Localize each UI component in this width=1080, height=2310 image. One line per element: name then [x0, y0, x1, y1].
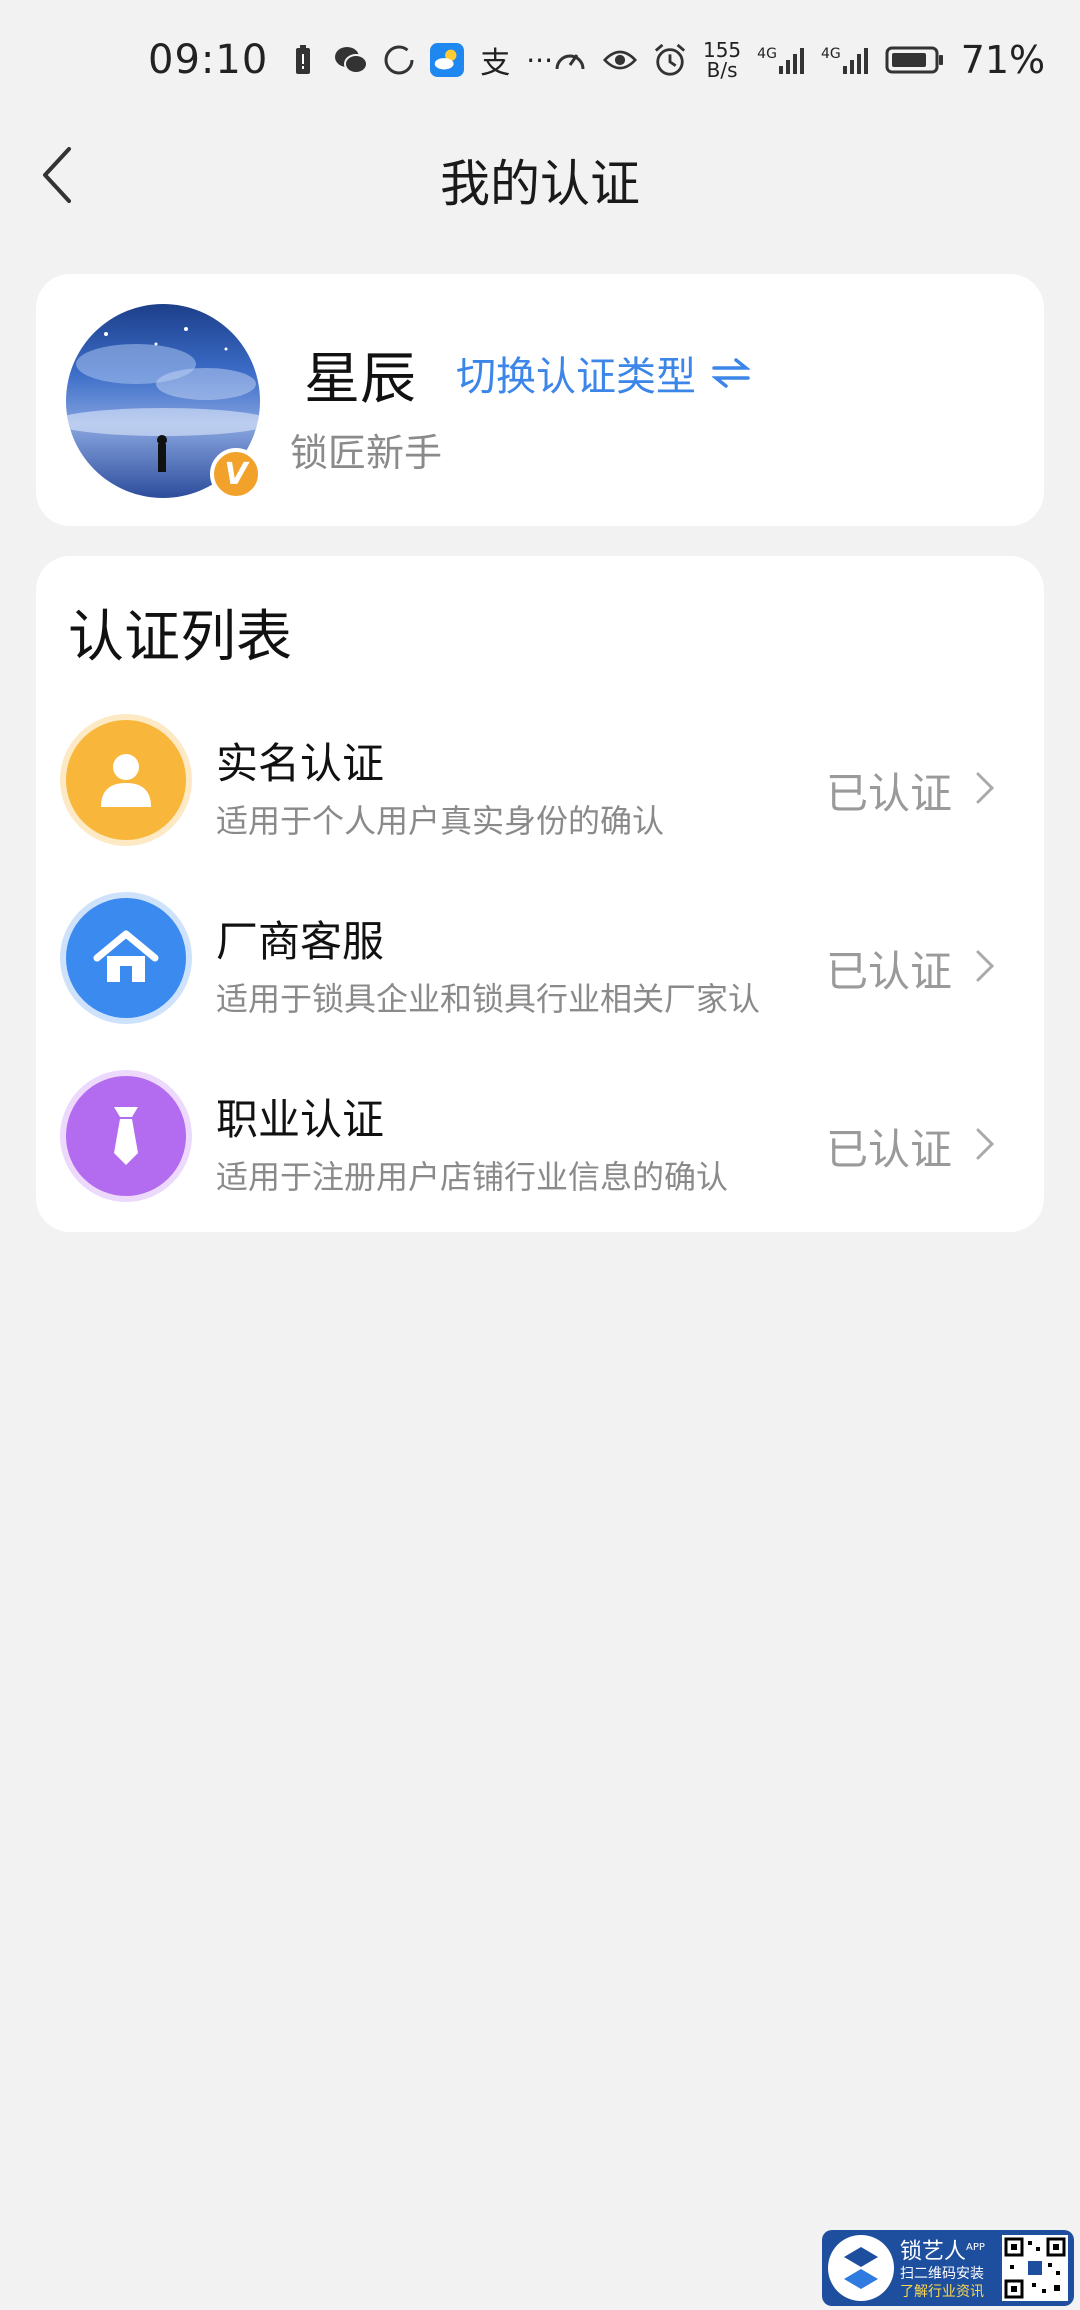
watermark-brand: 锁艺人: [900, 2239, 967, 2265]
qr-code-icon: [1002, 2235, 1068, 2301]
alarm-icon: [653, 43, 687, 77]
user-name: 星辰: [304, 347, 416, 412]
chevron-right-icon: [976, 950, 995, 982]
cert-name: 厂商客服: [216, 917, 385, 966]
house-icon: [66, 898, 186, 1018]
watermark-text: 锁艺人APP 扫二维码安装 了解行业资讯: [900, 2235, 996, 2301]
signal-1-label: 4G: [757, 46, 777, 62]
network-speed: 155 B/s: [703, 40, 741, 80]
wechat-icon: [334, 43, 369, 77]
cert-desc: 适用于个人用户真实身份的确认: [216, 802, 665, 840]
alipay-icon: 支: [480, 46, 511, 81]
switch-cert-type-label: 切换认证类型: [456, 354, 696, 400]
watermark-line1: 扫二维码安装: [900, 2266, 984, 2283]
verified-badge: V: [210, 448, 262, 500]
cert-list-card: 认证列表 实名认证 适用于个人用户真实身份的确认 已认证 厂商客服 适用于锁具企…: [36, 556, 1044, 1232]
loading-circle-icon: [382, 43, 416, 77]
status-bar: 09:10 支 ··· 155 B/s 4G 4G 71%: [0, 0, 1080, 120]
cert-list-title: 认证列表: [68, 605, 292, 670]
chevron-right-icon: [976, 772, 995, 804]
cert-status: 已认证: [825, 947, 952, 996]
avatar[interactable]: V: [66, 304, 262, 500]
user-role: 锁匠新手: [290, 431, 443, 475]
cert-desc: 适用于注册用户店铺行业信息的确认: [216, 1158, 729, 1196]
signal-2-label: 4G: [820, 46, 841, 62]
watermark-sup: APP: [966, 2241, 985, 2253]
profile-card: V 星辰 切换认证类型 锁匠新手: [36, 274, 1044, 526]
watermark-logo-icon: [828, 2235, 894, 2301]
battery-saver-icon: [286, 43, 320, 77]
cert-name: 职业认证: [216, 1095, 385, 1144]
app-watermark: 锁艺人APP 扫二维码安装 了解行业资讯: [822, 2230, 1074, 2306]
page-title: 我的认证: [440, 155, 640, 213]
tie-icon: [66, 1076, 186, 1196]
header: 我的认证: [0, 120, 1080, 230]
battery-percent: 71%: [960, 38, 1046, 82]
cert-row-real-name[interactable]: 实名认证 适用于个人用户真实身份的确认 已认证: [36, 706, 1044, 866]
signal-1-icon: 4G: [757, 46, 805, 74]
status-time: 09:10: [148, 37, 269, 83]
chevron-right-icon: [976, 1128, 995, 1160]
cert-row-vendor-service[interactable]: 厂商客服 适用于锁具企业和锁具行业相关厂家认 已认证: [36, 884, 1044, 1044]
weather-app-icon: [430, 43, 465, 77]
speedometer-icon: [553, 43, 587, 77]
network-speed-unit: B/s: [706, 58, 738, 82]
cert-name: 实名认证: [216, 739, 385, 788]
notification-icons: 支 ···: [286, 43, 553, 81]
cert-row-profession[interactable]: 职业认证 适用于注册用户店铺行业信息的确认 已认证: [36, 1062, 1044, 1222]
signal-2-icon: 4G: [821, 46, 869, 74]
more-notifications-icon: ···: [526, 43, 553, 77]
cert-status: 已认证: [825, 769, 952, 818]
switch-arrows-icon: [712, 358, 750, 388]
person-icon: [66, 720, 186, 840]
watermark-line2: 了解行业资讯: [900, 2284, 984, 2301]
system-icons: 155 B/s 4G 4G 71%: [553, 38, 1045, 82]
battery-icon: [885, 43, 945, 77]
cert-status: 已认证: [825, 1125, 952, 1174]
cert-desc: 适用于锁具企业和锁具行业相关厂家认: [216, 980, 761, 1018]
switch-cert-type-button[interactable]: 切换认证类型: [456, 344, 750, 402]
eye-icon: [602, 43, 637, 77]
